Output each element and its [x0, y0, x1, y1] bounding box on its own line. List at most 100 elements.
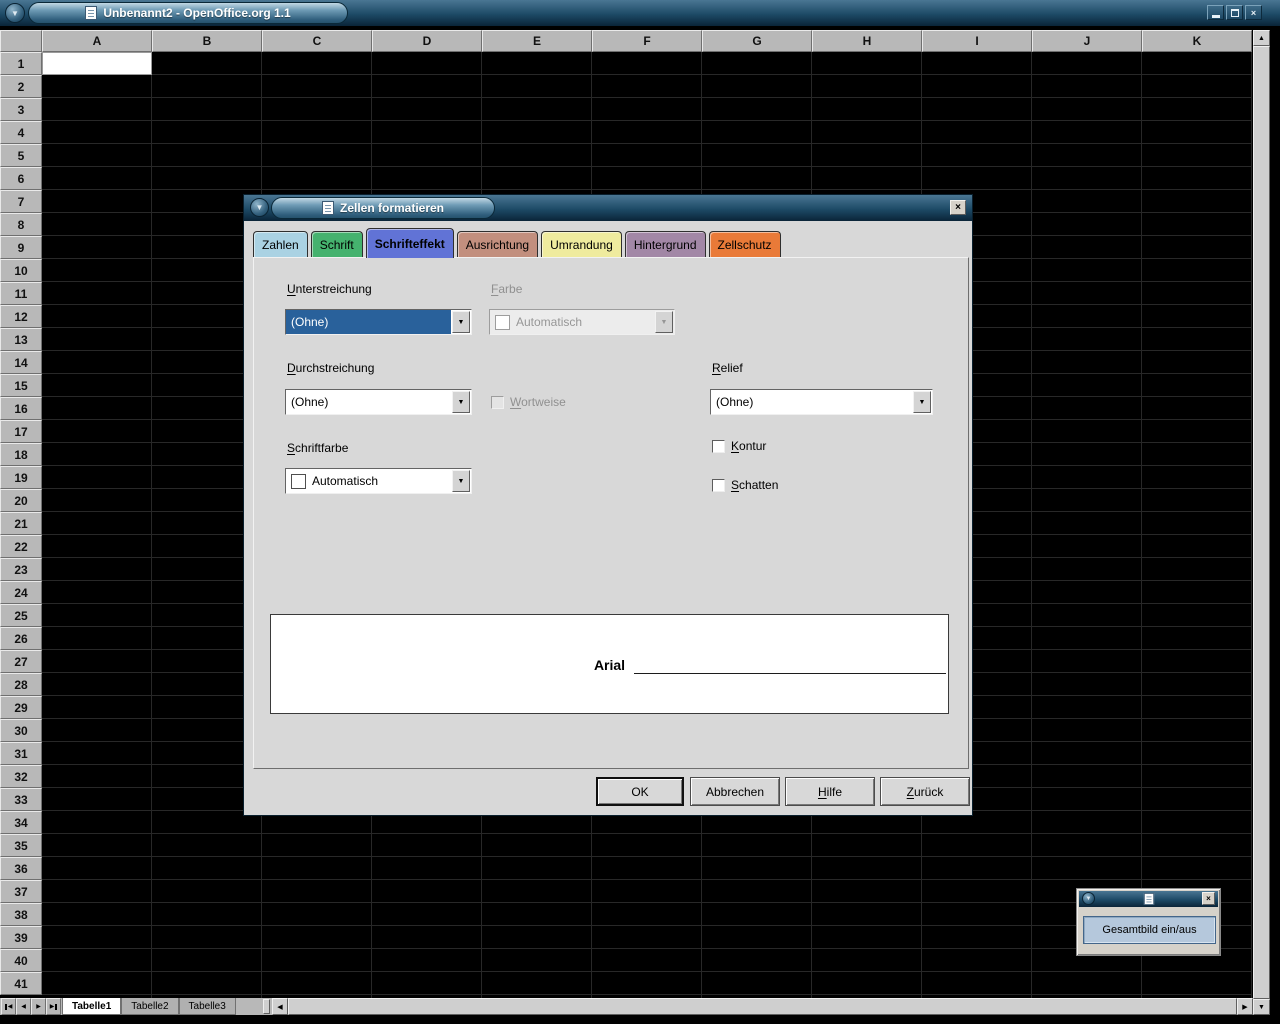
- row-header[interactable]: 31: [0, 742, 42, 765]
- row-header[interactable]: 16: [0, 397, 42, 420]
- selected-cell[interactable]: [42, 52, 152, 75]
- row-header[interactable]: 10: [0, 259, 42, 282]
- row-header[interactable]: 5: [0, 144, 42, 167]
- maximize-button[interactable]: [1226, 5, 1243, 20]
- dialog-close-button[interactable]: ×: [950, 200, 966, 215]
- back-button[interactable]: Zurück: [880, 777, 970, 806]
- last-sheet-button[interactable]: ▶: [46, 998, 61, 1015]
- column-header[interactable]: B: [152, 30, 262, 52]
- underline-select[interactable]: (Ohne) ▼: [285, 309, 472, 335]
- mini-window-close-button[interactable]: ×: [1202, 892, 1215, 905]
- row-header[interactable]: 23: [0, 558, 42, 581]
- preview-toggle-button[interactable]: Gesamtbild ein/aus: [1083, 916, 1216, 944]
- shadow-checkbox-box[interactable]: [712, 479, 725, 492]
- row-header[interactable]: 15: [0, 374, 42, 397]
- row-header[interactable]: 41: [0, 972, 42, 995]
- row-header[interactable]: 2: [0, 75, 42, 98]
- tab-Schrift[interactable]: Schrift: [311, 231, 363, 257]
- strikethrough-dropdown-button[interactable]: ▼: [452, 391, 470, 413]
- relief-dropdown-button[interactable]: ▼: [913, 391, 931, 413]
- row-header[interactable]: 22: [0, 535, 42, 558]
- row-header[interactable]: 29: [0, 696, 42, 719]
- row-header[interactable]: 7: [0, 190, 42, 213]
- column-header[interactable]: E: [482, 30, 592, 52]
- horizontal-scrollbar-thumb[interactable]: [288, 998, 1237, 1015]
- row-header[interactable]: 25: [0, 604, 42, 627]
- scroll-up-button[interactable]: ▲: [1253, 30, 1270, 46]
- font-color-select[interactable]: Automatisch ▼: [285, 468, 472, 494]
- strikethrough-select[interactable]: (Ohne) ▼: [285, 389, 472, 415]
- dialog-menu-button[interactable]: ▼: [250, 198, 269, 217]
- row-header[interactable]: 13: [0, 328, 42, 351]
- tab-Hintergrund[interactable]: Hintergrund: [625, 231, 706, 257]
- underline-dropdown-button[interactable]: ▼: [452, 311, 470, 333]
- vertical-scrollbar-thumb[interactable]: [1253, 46, 1270, 999]
- sheet-tab[interactable]: Tabelle3: [179, 998, 236, 1015]
- scroll-right-button[interactable]: ▶: [1237, 998, 1253, 1015]
- select-all-corner[interactable]: [0, 30, 42, 52]
- tab-Zahlen[interactable]: Zahlen: [253, 231, 308, 257]
- column-header[interactable]: F: [592, 30, 702, 52]
- row-header[interactable]: 6: [0, 167, 42, 190]
- row-header[interactable]: 14: [0, 351, 42, 374]
- font-color-dropdown-button[interactable]: ▼: [452, 470, 470, 492]
- row-header[interactable]: 33: [0, 788, 42, 811]
- outline-checkbox-box[interactable]: [712, 440, 725, 453]
- cancel-button[interactable]: Abbrechen: [690, 777, 780, 806]
- row-header[interactable]: 38: [0, 903, 42, 926]
- row-header[interactable]: 21: [0, 512, 42, 535]
- tab-Schrifteffekt[interactable]: Schrifteffekt: [366, 228, 454, 258]
- mini-window-menu-button[interactable]: ▼: [1082, 892, 1095, 905]
- sheet-tab-splitter[interactable]: [263, 999, 270, 1014]
- column-header[interactable]: A: [42, 30, 152, 52]
- first-sheet-button[interactable]: ◀: [1, 998, 16, 1015]
- help-button[interactable]: Hilfe: [785, 777, 875, 806]
- sheet-tab[interactable]: Tabelle1: [62, 998, 121, 1015]
- row-header[interactable]: 35: [0, 834, 42, 857]
- row-header[interactable]: 28: [0, 673, 42, 696]
- column-header[interactable]: C: [262, 30, 372, 52]
- scroll-left-button[interactable]: ◀: [272, 998, 288, 1015]
- close-button[interactable]: ×: [1245, 5, 1262, 20]
- row-header[interactable]: 36: [0, 857, 42, 880]
- previous-sheet-button[interactable]: ◀: [16, 998, 31, 1015]
- next-sheet-button[interactable]: ▶: [31, 998, 46, 1015]
- row-header[interactable]: 34: [0, 811, 42, 834]
- row-header[interactable]: 27: [0, 650, 42, 673]
- column-header[interactable]: H: [812, 30, 922, 52]
- vertical-scrollbar[interactable]: ▲ ▼: [1253, 30, 1270, 1015]
- ok-button[interactable]: OK: [596, 777, 684, 806]
- row-header[interactable]: 19: [0, 466, 42, 489]
- row-header[interactable]: 8: [0, 213, 42, 236]
- scroll-down-button[interactable]: ▼: [1253, 999, 1270, 1015]
- row-header[interactable]: 20: [0, 489, 42, 512]
- row-header[interactable]: 30: [0, 719, 42, 742]
- row-header[interactable]: 4: [0, 121, 42, 144]
- row-header[interactable]: 11: [0, 282, 42, 305]
- window-menu-button[interactable]: ▼: [5, 3, 25, 23]
- dialog-title-pill[interactable]: Zellen formatieren: [271, 197, 495, 219]
- row-header[interactable]: 17: [0, 420, 42, 443]
- column-header[interactable]: K: [1142, 30, 1252, 52]
- row-header[interactable]: 32: [0, 765, 42, 788]
- column-header[interactable]: G: [702, 30, 812, 52]
- outline-checkbox[interactable]: Kontur: [712, 439, 766, 453]
- row-header[interactable]: 9: [0, 236, 42, 259]
- tab-Zellschutz[interactable]: Zellschutz: [709, 231, 781, 257]
- relief-select[interactable]: (Ohne) ▼: [710, 389, 933, 415]
- shadow-checkbox[interactable]: Schatten: [712, 478, 778, 492]
- column-header[interactable]: D: [372, 30, 482, 52]
- row-header[interactable]: 3: [0, 98, 42, 121]
- row-header[interactable]: 1: [0, 52, 42, 75]
- sheet-tab[interactable]: Tabelle2: [121, 998, 178, 1015]
- row-header[interactable]: 39: [0, 926, 42, 949]
- window-title-pill[interactable]: Unbenannt2 - OpenOffice.org 1.1: [28, 2, 348, 24]
- row-header[interactable]: 12: [0, 305, 42, 328]
- horizontal-scrollbar[interactable]: ◀ ▶: [272, 998, 1253, 1015]
- tab-Umrandung[interactable]: Umrandung: [541, 231, 622, 257]
- column-header[interactable]: I: [922, 30, 1032, 52]
- minimize-button[interactable]: [1207, 5, 1224, 20]
- row-header[interactable]: 40: [0, 949, 42, 972]
- row-header[interactable]: 18: [0, 443, 42, 466]
- tab-Ausrichtung[interactable]: Ausrichtung: [457, 231, 538, 257]
